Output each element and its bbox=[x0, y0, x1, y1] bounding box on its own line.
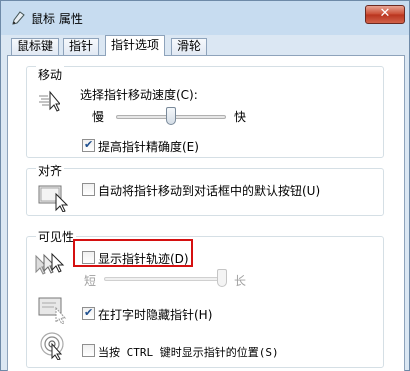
tab-strip: 鼠标键 指针 指针选项 滑轮 bbox=[7, 35, 407, 56]
pointer-options-panel: 移动 选择指针移动速度(C): 慢 快 提高指针精确度(E) 对齐 bbox=[7, 55, 405, 371]
show-location-ctrl-checkbox[interactable] bbox=[82, 344, 95, 357]
tab-pointer-options[interactable]: 指针选项 bbox=[105, 35, 166, 56]
window-title: 鼠标 属性 bbox=[31, 12, 83, 26]
mouse-properties-window: 鼠标 属性 ✕ 鼠标键 指针 指针选项 滑轮 移动 选择指针移动速度(C): 慢… bbox=[0, 0, 410, 371]
show-location-ctrl-label: 当按 CTRL 键时显示指针的位置(S) bbox=[98, 346, 279, 359]
enhance-precision-checkbox[interactable] bbox=[82, 138, 95, 152]
enhance-precision-label: 提高指针精确度(E) bbox=[98, 140, 199, 154]
pointer-trails-highlight-box bbox=[73, 239, 193, 267]
fast-label: 快 bbox=[234, 110, 247, 124]
snap-heading: 对齐 bbox=[36, 162, 65, 179]
hide-while-typing-label: 在打字时隐藏指针(H) bbox=[98, 308, 213, 322]
motion-group bbox=[26, 66, 384, 158]
speed-label: 选择指针移动速度(C): bbox=[80, 88, 198, 102]
snap-to-default-label: 自动将指针移动到对话框中的默认按钮(U) bbox=[98, 184, 321, 198]
close-button[interactable]: ✕ bbox=[365, 5, 405, 24]
hide-while-typing-icon bbox=[38, 296, 68, 327]
mouse-icon bbox=[11, 11, 25, 25]
motion-heading: 移动 bbox=[36, 66, 65, 83]
pointer-speed-icon bbox=[38, 90, 62, 115]
speed-slider-thumb[interactable] bbox=[166, 107, 176, 125]
hide-while-typing-checkbox[interactable] bbox=[82, 306, 95, 320]
show-location-icon bbox=[40, 332, 68, 363]
snap-to-default-checkbox[interactable] bbox=[82, 183, 95, 196]
tab-buttons[interactable]: 鼠标键 bbox=[11, 38, 60, 55]
short-label: 短 bbox=[84, 274, 97, 288]
trails-slider-thumb[interactable] bbox=[217, 269, 227, 287]
tab-pointers[interactable]: 指针 bbox=[63, 38, 100, 55]
visibility-heading: 可见性 bbox=[36, 228, 77, 245]
tab-wheel[interactable]: 滑轮 bbox=[171, 38, 208, 55]
long-label: 长 bbox=[234, 274, 247, 288]
pointer-trails-icon bbox=[34, 252, 68, 281]
slow-label: 慢 bbox=[92, 110, 105, 124]
snap-to-button-icon bbox=[38, 184, 69, 215]
trails-slider-track[interactable] bbox=[104, 277, 222, 281]
title-bar[interactable]: 鼠标 属性 ✕ bbox=[1, 1, 409, 35]
